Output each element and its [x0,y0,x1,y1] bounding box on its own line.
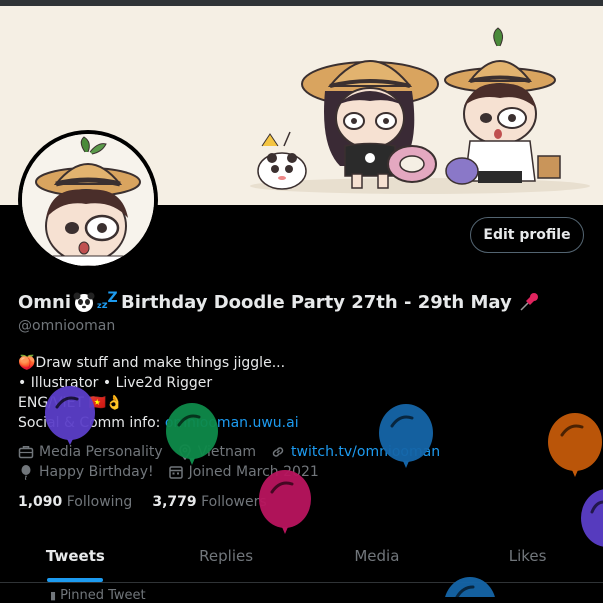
pin-icon: ▮ [50,589,57,602]
edit-profile-button[interactable]: Edit profile [470,217,584,253]
active-tab-indicator [47,578,104,582]
following-count: 1,090 [18,494,63,510]
pushpin-icon [518,291,540,313]
following-label: Following [66,494,133,510]
birthday-balloon-blue-bottom [445,577,495,597]
balloon-icon [21,465,31,480]
boy-figure [444,27,561,185]
pinned-tweet-label: ▮ Pinned Tweet [50,588,146,603]
pinned-text: Pinned Tweet [60,588,146,603]
profile-stats: 1,090 Following 3,779 Followers [18,494,287,510]
profile-name: Omni zzZ Birthday Doodle Party 27th - 29… [18,289,540,315]
profile-name-rest: Birthday Doodle Party 27th - 29th May [121,291,512,313]
tab-label: Likes [508,547,547,565]
meta-birthday: Happy Birthday! [18,464,154,480]
birthday-label: Happy Birthday! [39,464,154,480]
tab-label: Replies [199,547,254,565]
bio-line-1: 🍑Draw stuff and make things jiggle... [18,355,286,371]
following-link[interactable]: 1,090 Following [18,494,132,510]
birthday-balloon-purple [45,386,95,445]
tab-tweets[interactable]: Tweets [0,530,151,582]
birthday-balloon-orange [548,413,602,477]
profile-name-main: Omni [18,291,72,313]
girl-figure [301,60,439,189]
birthday-balloon-blue [379,404,433,468]
tab-media[interactable]: Media [302,530,453,582]
tab-label: Media [354,547,400,565]
profile-handle: @omniooman [18,318,116,334]
panda-emoji-icon [73,292,95,312]
briefcase-icon [18,446,34,459]
profile-avatar[interactable] [18,130,158,270]
birthday-balloon-green [166,403,218,465]
birthday-balloon-magenta [259,470,311,534]
birthday-balloon-violet [581,489,603,547]
avatar-image [22,134,154,266]
tab-label: Tweets [45,547,105,565]
panda-blob-figure [257,131,307,190]
followers-count: 3,779 [152,494,197,510]
link-icon [272,447,284,457]
zzz-icon: zzZ [97,290,118,311]
followers-link[interactable]: 3,779 Followers [152,494,266,510]
